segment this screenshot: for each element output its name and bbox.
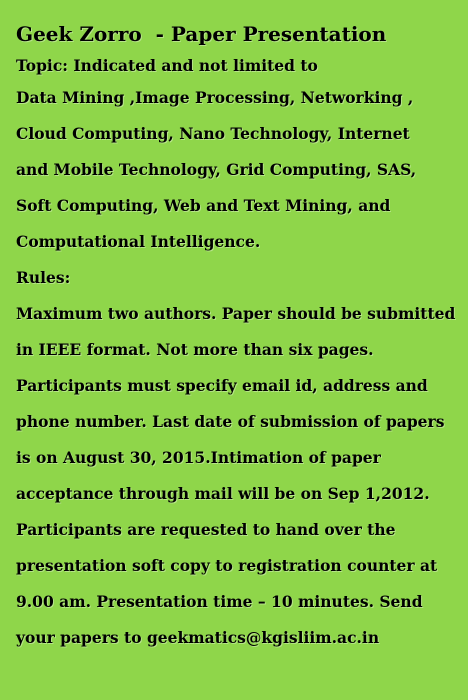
poster: Geek Zorro - Paper Presentation Topic: I… xyxy=(0,0,468,700)
poster-title: Geek Zorro - Paper Presentation xyxy=(16,22,387,46)
rules-line: is on August 30, 2015.Intimation of pape… xyxy=(16,448,381,467)
topic-line: Data Mining ,Image Processing, Networkin… xyxy=(16,88,414,107)
rules-line: Participants must specify email id, addr… xyxy=(16,376,428,395)
rules-line: presentation soft copy to registration c… xyxy=(16,556,438,575)
topic-line: and Mobile Technology, Grid Computing, S… xyxy=(16,160,417,179)
rules-heading: Rules: xyxy=(16,268,71,287)
topic-line: Cloud Computing, Nano Technology, Intern… xyxy=(16,124,410,143)
rules-line: acceptance through mail will be on Sep 1… xyxy=(16,484,430,503)
topic-line: Topic: Indicated and not limited to xyxy=(16,56,318,75)
rules-line: your papers to geekmatics@kgisliim.ac.in xyxy=(16,628,380,647)
rules-line: in IEEE format. Not more than six pages. xyxy=(16,340,374,359)
topic-line: Soft Computing, Web and Text Mining, and xyxy=(16,196,391,215)
rules-line: 9.00 am. Presentation time – 10 minutes.… xyxy=(16,592,423,611)
rules-line: Participants are requested to hand over … xyxy=(16,520,396,539)
rules-line: Maximum two authors. Paper should be sub… xyxy=(16,304,456,323)
topic-line: Computational Intelligence. xyxy=(16,232,261,251)
rules-line: phone number. Last date of submission of… xyxy=(16,412,445,431)
